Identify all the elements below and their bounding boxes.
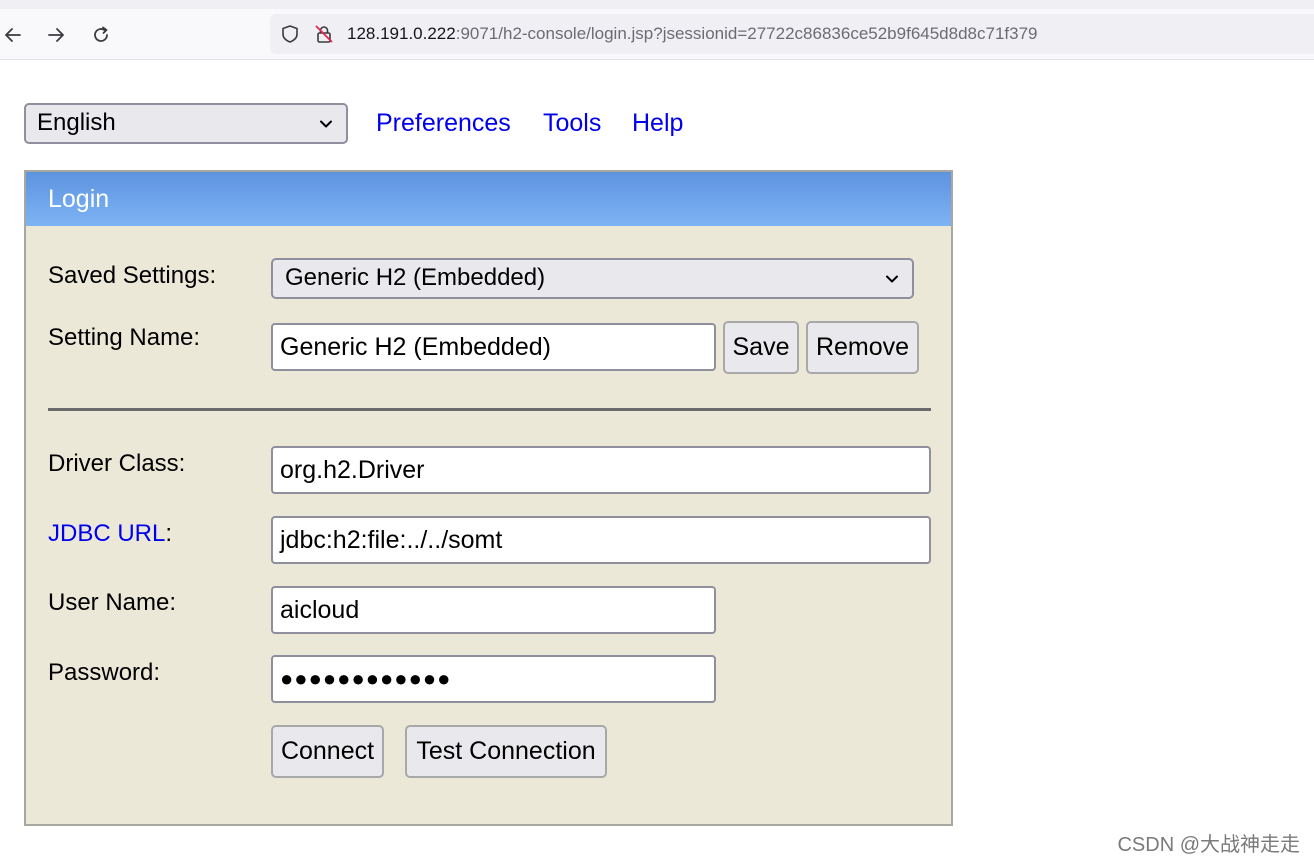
reload-icon[interactable] (88, 22, 114, 48)
shield-icon[interactable] (280, 24, 300, 44)
chevron-down-icon (886, 275, 898, 283)
address-bar[interactable]: 128.191.0.222:9071/h2-console/login.jsp?… (270, 14, 1314, 54)
password-input[interactable]: ●●●●●●●●●●●● (271, 655, 716, 703)
browser-toolbar: 128.191.0.222:9071/h2-console/login.jsp?… (0, 0, 1314, 60)
saved-settings-value: Generic H2 (Embedded) (285, 264, 546, 291)
insecure-lock-icon[interactable] (314, 24, 334, 44)
back-arrow-icon[interactable] (0, 22, 26, 48)
jdbc-url-label: JDBC URL: (48, 520, 172, 548)
chevron-down-icon (320, 120, 332, 128)
driver-class-input[interactable]: org.h2.Driver (271, 446, 931, 494)
login-panel-title: Login (26, 172, 951, 226)
jdbc-url-colon: : (165, 520, 173, 547)
jdbc-url-input[interactable]: jdbc:h2:file:../../somt (271, 516, 931, 564)
url-path: :9071/h2-console/login.jsp?jsessionid=27… (455, 24, 1038, 43)
watermark-text: CSDN @大战神走走 (1117, 834, 1300, 856)
language-select-value: English (37, 109, 116, 136)
test-connection-button[interactable]: Test Connection (405, 725, 607, 778)
driver-class-label: Driver Class: (48, 450, 186, 477)
divider (48, 408, 931, 411)
language-select[interactable]: English (24, 103, 348, 144)
login-panel: Login Saved Settings: Generic H2 (Embedd… (24, 170, 953, 826)
password-label: Password: (48, 659, 161, 686)
connect-button[interactable]: Connect (271, 725, 384, 778)
saved-settings-select[interactable]: Generic H2 (Embedded) (271, 258, 914, 299)
forward-arrow-icon[interactable] (43, 22, 69, 48)
url-host: 128.191.0.222 (347, 24, 456, 43)
browser-tab-strip (0, 0, 1314, 9)
preferences-link[interactable]: Preferences (376, 108, 511, 138)
remove-button[interactable]: Remove (806, 321, 919, 374)
saved-settings-label: Saved Settings: (48, 262, 217, 289)
jdbc-url-link[interactable]: JDBC URL (48, 520, 165, 547)
user-name-label: User Name: (48, 589, 177, 616)
help-link[interactable]: Help (632, 108, 683, 138)
tools-link[interactable]: Tools (543, 108, 601, 138)
save-button[interactable]: Save (723, 321, 799, 374)
setting-name-label: Setting Name: (48, 324, 201, 351)
url-text[interactable]: 128.191.0.222:9071/h2-console/login.jsp?… (347, 24, 1038, 44)
setting-name-input[interactable]: Generic H2 (Embedded) (271, 323, 716, 371)
user-name-input[interactable]: aicloud (271, 586, 716, 634)
